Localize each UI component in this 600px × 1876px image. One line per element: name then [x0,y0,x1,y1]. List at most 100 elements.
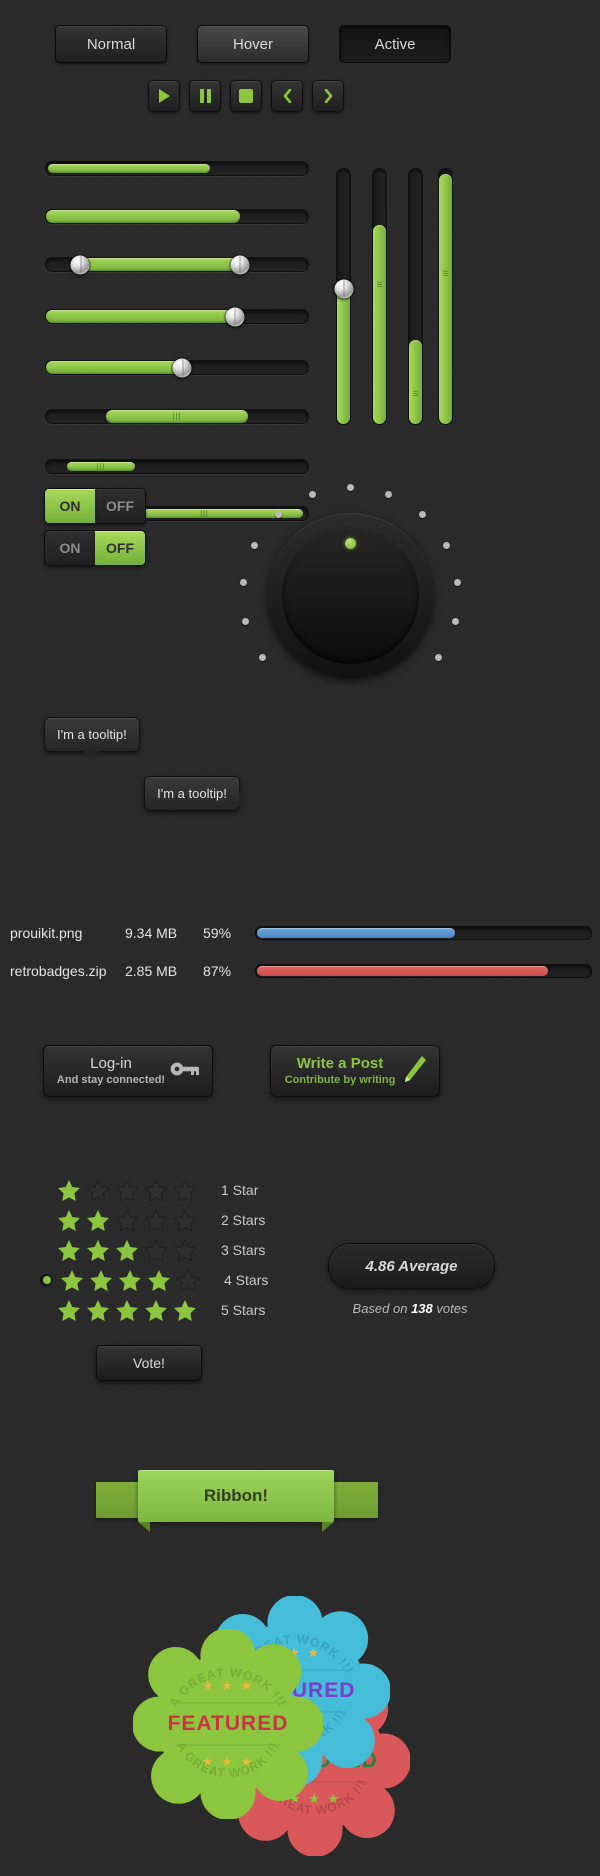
knob-tick-dot [239,579,247,587]
slider-grip-icon: ||| [172,413,182,420]
slider-fill: ||| [106,410,248,423]
toggle-on[interactable]: ON OFF [44,488,146,524]
download-filesize: 9.34 MB [125,925,178,941]
star-filled[interactable] [87,1299,109,1321]
knob-tick-dot [347,484,354,491]
knob-tick-dot [258,653,266,661]
slider-fill: ☰ [409,339,422,424]
state-button-hover[interactable]: Hover [197,25,309,63]
slider-handle-left[interactable] [70,255,90,274]
rating-label: 4 Stars [224,1272,269,1288]
media-button-previous[interactable] [271,80,303,112]
slider-range[interactable] [45,255,309,274]
star-row[interactable]: 1 Star [58,1175,258,1205]
slider-grip-icon: ||| [96,463,106,470]
knob-tick-dot [435,653,443,661]
star-filled[interactable] [61,1269,83,1291]
star-filled[interactable] [116,1299,138,1321]
rotary-knob[interactable] [228,473,473,718]
ribbon-label: Ribbon! [203,1486,269,1505]
state-button-active[interactable]: Active [339,25,451,63]
toggle-on-option[interactable]: ON [45,531,95,565]
slider-handle-right[interactable] [230,255,250,274]
badge-green[interactable]: A GREAT WORK !!! A GREAT WORK !!! ★ ★ ★ … [133,1629,323,1819]
slider-handle-2[interactable] [45,358,309,377]
star-empty[interactable] [176,1268,200,1292]
star-filled[interactable] [87,1239,109,1261]
based-on-count: 138 [411,1301,433,1316]
slider-handle[interactable] [225,307,245,326]
slider-grip-2[interactable]: ||| [45,459,309,474]
ribbon-tail-right [330,1482,378,1518]
pencil-icon [401,1054,427,1089]
write-post-button[interactable]: Write a Post Contribute by writing [270,1045,440,1097]
login-button[interactable]: Log-in And stay connected! [43,1045,213,1097]
star-empty[interactable] [173,1208,197,1232]
star-filled[interactable] [90,1269,112,1291]
knob-inner-face [282,527,419,664]
star-row[interactable]: 3 Stars [58,1235,265,1265]
star-filled[interactable] [87,1209,109,1231]
toggle-on-option[interactable]: ON [45,489,95,523]
media-button-stop[interactable] [230,80,262,112]
badge-green-stars-top: ★ ★ ★ [201,1678,255,1693]
badge-green-face: ★ ★ ★ FEATURED ★ ★ ★ [133,1629,323,1819]
star-empty[interactable] [115,1178,139,1202]
star-filled[interactable] [58,1239,80,1261]
slider-handle[interactable] [172,358,192,377]
stop-icon [239,89,253,103]
rating-row-2[interactable]: 2 Stars [58,1205,265,1235]
rating-row-1[interactable]: 1 Star [58,1175,258,1205]
rating-radio-selected[interactable] [40,1273,53,1287]
toggle-off[interactable]: ON OFF [44,530,146,566]
slider-fill [48,164,211,173]
slider-grip-1[interactable]: ||| [45,409,309,424]
badge-green-rule-bottom [176,1744,280,1746]
star-empty[interactable] [173,1238,197,1262]
star-filled[interactable] [116,1239,138,1261]
ribbon-notch-left [138,1522,150,1532]
star-empty[interactable] [115,1208,139,1232]
download-filesize: 2.85 MB [125,963,178,979]
star-empty[interactable] [144,1208,168,1232]
star-filled[interactable] [119,1269,141,1291]
star-filled[interactable] [58,1179,80,1201]
ribbon-notch-right [322,1522,334,1532]
slider-progress-thick-1[interactable] [45,209,309,224]
media-button-next[interactable] [312,80,344,112]
state-buttons-group: Normal Hover Active [55,25,545,63]
download-percent-label: 87% [203,963,232,979]
vertical-slider-3[interactable]: ☰ [408,168,423,425]
media-button-pause[interactable] [189,80,221,112]
toggle-off-option[interactable]: OFF [95,489,145,523]
knob-indicator-dot [345,538,356,549]
rating-row-4[interactable]: 4 Stars [40,1265,268,1295]
star-empty[interactable] [144,1238,168,1262]
vertical-slider-1[interactable] [334,168,353,425]
slider-progress-thin-1[interactable] [45,161,309,176]
star-row[interactable]: 5 Stars [58,1295,265,1325]
rating-row-5[interactable]: 5 Stars [58,1295,265,1325]
star-filled[interactable] [174,1299,196,1321]
slider-grip-icon: ☰ [442,271,449,279]
slider-handle[interactable] [334,279,353,299]
star-row[interactable]: 2 Stars [58,1205,265,1235]
star-filled[interactable] [148,1269,170,1291]
slider-handle-1[interactable] [45,307,309,326]
star-row[interactable]: 4 Stars [40,1265,268,1295]
knob-tick-dot [418,511,426,519]
rating-label: 5 Stars [221,1302,266,1318]
media-button-play[interactable] [148,80,180,112]
star-filled[interactable] [145,1299,167,1321]
star-empty[interactable] [144,1178,168,1202]
star-filled[interactable] [58,1209,80,1231]
state-button-normal[interactable]: Normal [55,25,167,63]
toggle-off-option[interactable]: OFF [95,531,145,565]
star-empty[interactable] [86,1178,110,1202]
star-empty[interactable] [173,1178,197,1202]
vertical-slider-2[interactable]: ☰ [372,168,387,425]
star-filled[interactable] [58,1299,80,1321]
rating-row-3[interactable]: 3 Stars [58,1235,265,1265]
vertical-slider-4[interactable]: ☰ [438,168,453,425]
vote-button[interactable]: Vote! [96,1345,202,1381]
